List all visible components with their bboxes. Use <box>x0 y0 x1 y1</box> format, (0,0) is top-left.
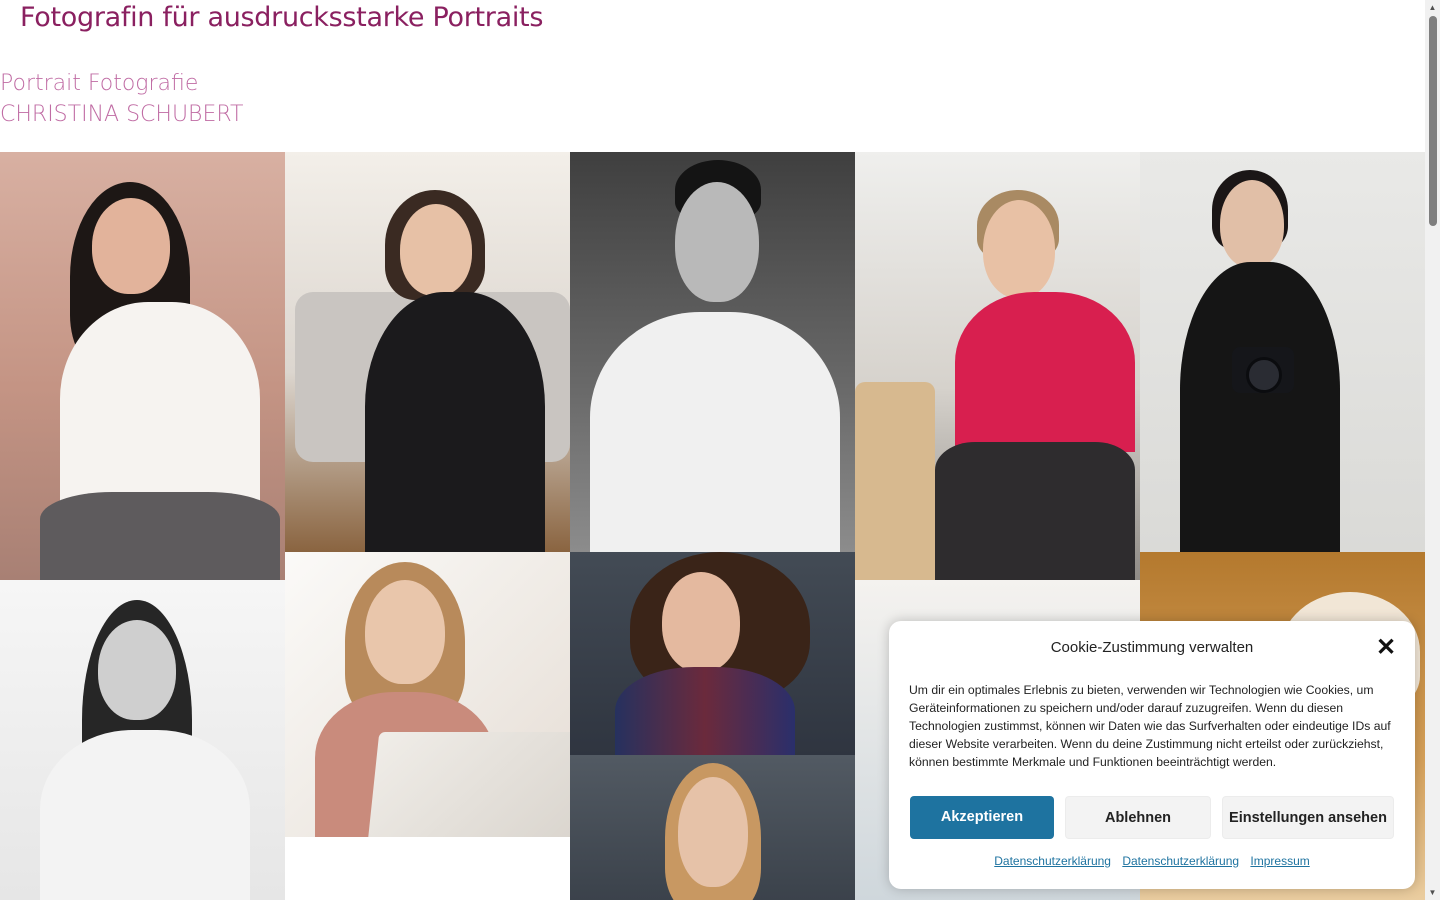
site-brand[interactable]: Portrait Fotografie CHRISTINA SCHUBERT <box>0 68 243 130</box>
scrollbar-thumb[interactable] <box>1429 16 1437 226</box>
portrait-woman-black-blazer-sofa[interactable] <box>285 152 570 552</box>
portrait-man-white-shirt-bw[interactable] <box>570 152 855 552</box>
view-settings-button[interactable]: Einstellungen ansehen <box>1222 796 1394 839</box>
imprint-link[interactable]: Impressum <box>1250 854 1309 868</box>
portrait-woman-blonde[interactable] <box>570 755 855 900</box>
brand-line-1[interactable]: Portrait Fotografie <box>0 68 243 99</box>
portrait-woman-laptop[interactable] <box>285 552 570 837</box>
portrait-woman-pink-blouse[interactable] <box>855 152 1140 580</box>
privacy-policy-link-2[interactable]: Datenschutzerklärung <box>1122 854 1239 868</box>
scroll-up-icon[interactable]: ▲ <box>1425 0 1440 15</box>
cookie-links: Datenschutzerklärung Datenschutzerklärun… <box>889 854 1415 868</box>
page-scrollbar[interactable]: ▲ ▼ <box>1425 0 1440 900</box>
close-icon[interactable]: ✕ <box>1375 636 1397 660</box>
cookie-dialog-title: Cookie-Zustimmung verwalten <box>1050 639 1254 656</box>
portrait-woman-white-blouse-bw[interactable] <box>0 580 285 900</box>
portrait-woman-with-camera[interactable] <box>1140 152 1425 552</box>
page-headline: Fotografin für ausdrucksstarke Portraits <box>20 2 544 33</box>
portrait-woman-patterned-dress[interactable] <box>570 552 855 755</box>
privacy-policy-link[interactable]: Datenschutzerklärung <box>994 854 1111 868</box>
accept-button[interactable]: Akzeptieren <box>910 796 1054 839</box>
laptop-icon <box>366 732 570 837</box>
portrait-woman-white-shirt-laughing[interactable] <box>0 152 285 580</box>
deny-button[interactable]: Ablehnen <box>1065 796 1211 839</box>
camera-icon <box>1232 347 1294 393</box>
cookie-dialog-text: Um dir ein optimales Erlebnis zu bieten,… <box>909 683 1391 769</box>
cookie-consent-dialog: Cookie-Zustimmung verwalten ✕ Um dir ein… <box>889 621 1415 889</box>
scroll-down-icon[interactable]: ▼ <box>1425 885 1440 900</box>
brand-line-2[interactable]: CHRISTINA SCHUBERT <box>0 99 243 130</box>
